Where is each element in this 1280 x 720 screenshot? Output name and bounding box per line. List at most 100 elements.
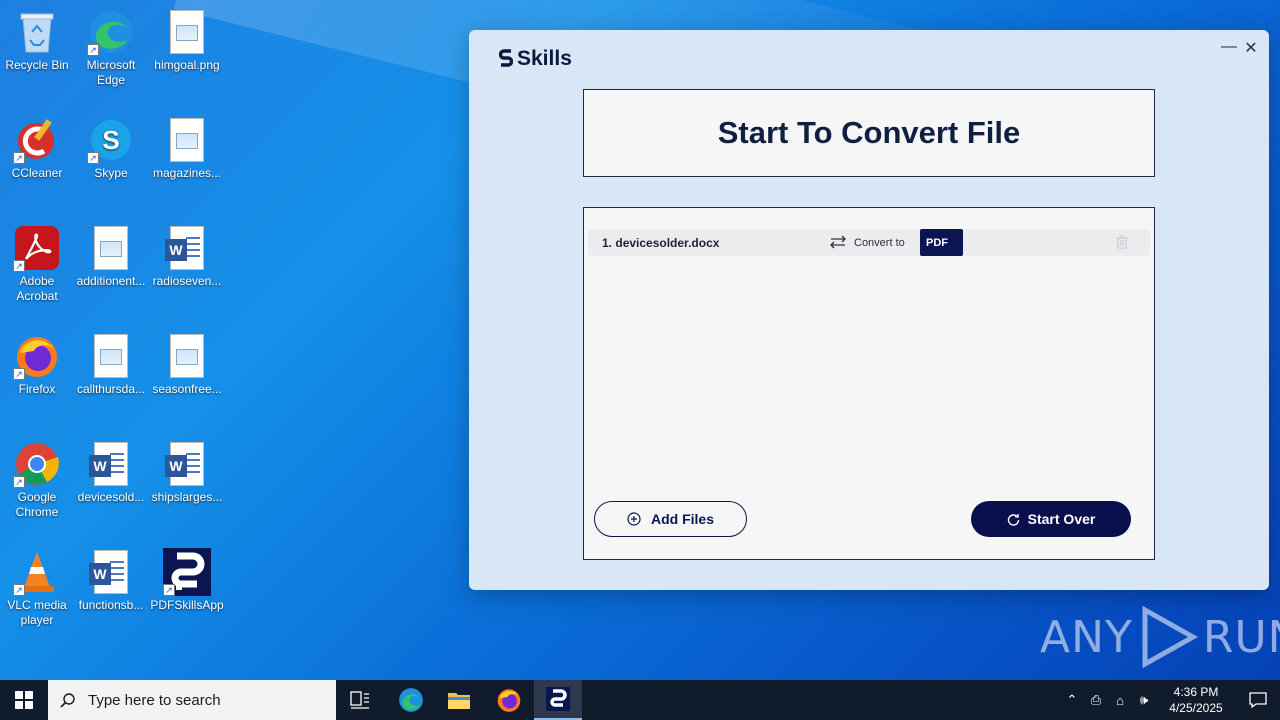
folder-icon <box>448 693 470 709</box>
desktop-icon-skype[interactable]: S ↗ Skype <box>74 116 148 181</box>
word-document-icon: W <box>163 224 211 272</box>
desktop-icon-label: radioseven... <box>152 274 222 288</box>
desktop-icon-ccleaner[interactable]: ↗ CCleaner <box>0 116 74 181</box>
shortcut-arrow-icon: ↗ <box>13 368 25 380</box>
desktop-icon-label: callthursda... <box>76 382 146 396</box>
watermark-text-left: ANY <box>1040 611 1133 663</box>
close-button[interactable]: ✕ <box>1243 38 1259 58</box>
desktop-icon-recycle-bin[interactable]: Recycle Bin <box>0 8 74 73</box>
skype-icon: S ↗ <box>87 116 135 164</box>
shortcut-arrow-icon: ↗ <box>87 44 99 56</box>
svg-text:S: S <box>102 125 119 155</box>
word-document-icon: W <box>87 548 135 596</box>
shortcut-arrow-icon: ↗ <box>163 584 175 596</box>
format-select[interactable]: PDF <box>920 229 963 256</box>
taskbar-search-box[interactable]: Type here to search <box>48 680 336 720</box>
windows-logo-icon <box>15 691 33 709</box>
meet-now-icon[interactable]: ⎙ <box>1084 692 1108 708</box>
desktop-icon-label: functionsb... <box>78 598 144 612</box>
clock-date: 4/25/2025 <box>1169 701 1223 715</box>
desktop-icon-vlc[interactable]: ↗ VLC media player <box>0 548 74 628</box>
desktop-icon-radioseven[interactable]: W radioseven... <box>150 224 224 289</box>
desktop-icon-functionsb[interactable]: W functionsb... <box>74 548 148 613</box>
desktop-icon-pdfskillsapp[interactable]: ↗ PDFSkillsApp <box>150 548 224 613</box>
desktop-icon-additionent[interactable]: additionent... <box>74 224 148 289</box>
taskbar-pdfskills-button[interactable] <box>534 680 582 720</box>
chevron-up-icon[interactable]: ⌃ <box>1060 692 1084 708</box>
desktop-icon-label: additionent... <box>76 274 146 288</box>
plus-circle-icon <box>627 512 641 526</box>
desktop-icon-seasonfree[interactable]: seasonfree... <box>150 332 224 397</box>
desktop-icon-label: Recycle Bin <box>5 58 69 72</box>
play-triangle-icon <box>1142 606 1198 668</box>
network-icon[interactable]: ⌂ <box>1108 693 1132 708</box>
app-logo: Skills <box>499 47 572 71</box>
image-file-icon <box>163 8 211 56</box>
file-index: 1. <box>602 235 613 250</box>
app-logo-text: Skills <box>517 47 572 70</box>
pdfskills-app-icon <box>546 687 570 711</box>
taskbar-edge-button[interactable] <box>387 680 435 720</box>
desktop-icon-label: Skype <box>94 166 128 180</box>
watermark-text-right: RUN <box>1202 611 1280 663</box>
image-file-icon <box>163 116 211 164</box>
volume-icon[interactable]: 🕪 <box>1132 692 1156 708</box>
window-controls: — ✕ <box>1221 38 1259 58</box>
pdfskills-app-window: Skills — ✕ Start To Convert File 1. devi… <box>469 30 1269 590</box>
desktop-icon-label: himgoal.png <box>154 58 220 72</box>
desktop-icon-devicesold[interactable]: W devicesold... <box>74 440 148 505</box>
add-files-button[interactable]: Add Files <box>594 501 747 537</box>
word-document-icon: W <box>87 440 135 488</box>
taskbar: Type here to search ⌃ ⎙ ⌂ 🕪 4:36 PM 4/25… <box>0 680 1280 720</box>
shortcut-arrow-icon: ↗ <box>13 476 25 488</box>
taskbar-firefox-button[interactable] <box>485 680 533 720</box>
desktop-icon-label: Microsoft Edge <box>86 58 136 87</box>
desktop-icon-label: magazines... <box>152 166 222 180</box>
task-view-button[interactable] <box>336 680 384 720</box>
shortcut-arrow-icon: ↗ <box>87 152 99 164</box>
taskbar-clock[interactable]: 4:36 PM 4/25/2025 <box>1156 684 1236 716</box>
start-button[interactable] <box>0 680 48 720</box>
search-icon <box>48 692 88 708</box>
edge-icon <box>399 688 423 712</box>
convert-to-label: Convert to <box>854 236 905 249</box>
desktop-icon-label: devicesold... <box>77 490 145 504</box>
page-title: Start To Convert File <box>717 115 1021 150</box>
start-over-button[interactable]: Start Over <box>971 501 1131 537</box>
desktop-icon-firefox[interactable]: ↗ Firefox <box>0 332 74 397</box>
image-file-icon <box>87 224 135 272</box>
notification-icon <box>1249 692 1267 708</box>
file-name-text: devicesolder.docx <box>615 235 720 250</box>
desktop-icon-label: Google Chrome <box>15 490 59 519</box>
desktop-icon-label: seasonfree... <box>152 382 222 396</box>
minimize-button[interactable]: — <box>1221 38 1237 58</box>
file-list-panel: 1. devicesolder.docx Convert to PDF Add … <box>583 207 1155 560</box>
firefox-icon <box>497 689 521 712</box>
vlc-cone-icon: ↗ <box>13 548 61 596</box>
desktop-icon-magazines[interactable]: magazines... <box>150 116 224 181</box>
skills-logo-icon <box>499 49 513 67</box>
desktop-icon-shipslarges[interactable]: W shipslarges... <box>150 440 224 505</box>
desktop-icon-himgoal[interactable]: himgoal.png <box>150 8 224 73</box>
system-tray: ⌃ ⎙ ⌂ 🕪 4:36 PM 4/25/2025 <box>1060 680 1280 720</box>
convert-arrows-icon <box>830 235 846 249</box>
start-over-label: Start Over <box>1027 511 1096 527</box>
taskbar-file-explorer-button[interactable] <box>435 680 483 720</box>
file-name: 1. devicesolder.docx <box>602 236 719 250</box>
ccleaner-icon: ↗ <box>13 116 61 164</box>
desktop-icon-callthursda[interactable]: callthursda... <box>74 332 148 397</box>
shortcut-arrow-icon: ↗ <box>13 584 25 596</box>
trash-icon[interactable] <box>1116 235 1128 249</box>
task-view-icon <box>350 691 369 709</box>
desktop-icon-label: Firefox <box>18 382 56 396</box>
desktop-icon-google-chrome[interactable]: ↗ Google Chrome <box>0 440 74 520</box>
edge-icon: ↗ <box>87 8 135 56</box>
desktop-icon-adobe-acrobat[interactable]: ↗ Adobe Acrobat <box>0 224 74 304</box>
recycle-bin-icon <box>13 8 61 56</box>
notification-center-button[interactable] <box>1236 692 1280 708</box>
title-box: Start To Convert File <box>583 89 1155 177</box>
desktop-icon-edge[interactable]: ↗ Microsoft Edge <box>74 8 148 88</box>
word-document-icon: W <box>163 440 211 488</box>
file-row: 1. devicesolder.docx Convert to PDF <box>588 229 1150 256</box>
desktop-icon-label: Adobe Acrobat <box>16 274 58 303</box>
